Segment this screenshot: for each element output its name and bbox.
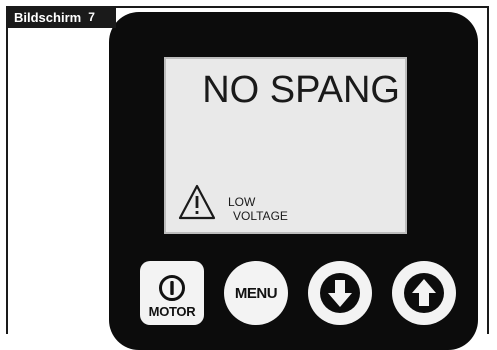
menu-button-label: MENU bbox=[234, 284, 278, 302]
caption-number: 7 bbox=[88, 10, 95, 24]
arrow-down-icon bbox=[320, 273, 360, 313]
warning-text: LOW VOLTAGE bbox=[228, 195, 288, 223]
down-button[interactable] bbox=[308, 261, 372, 325]
power-icon bbox=[159, 275, 185, 301]
motor-button[interactable]: MOTOR bbox=[140, 261, 204, 325]
figure-caption: Bildschirm 7 bbox=[6, 6, 116, 28]
warning-line-2: VOLTAGE bbox=[233, 209, 288, 223]
warning-triangle-icon bbox=[178, 184, 216, 220]
arrow-up-icon bbox=[404, 273, 444, 313]
warning-line-1: LOW bbox=[228, 195, 256, 209]
up-button[interactable] bbox=[392, 261, 456, 325]
control-panel: NO SPANG LOW VOLTAGE MOTOR MENU bbox=[109, 12, 478, 350]
motor-button-label: MOTOR bbox=[148, 304, 196, 319]
lcd-screen: NO SPANG LOW VOLTAGE bbox=[164, 57, 407, 234]
menu-button[interactable]: MENU bbox=[224, 261, 288, 325]
caption-label: Bildschirm bbox=[14, 9, 82, 25]
screen-message: NO SPANG bbox=[202, 69, 400, 111]
